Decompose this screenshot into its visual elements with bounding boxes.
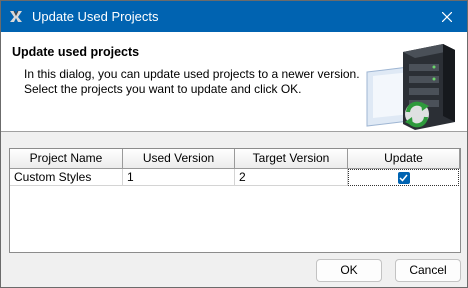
- cell-update[interactable]: [348, 169, 459, 186]
- column-header-project-name[interactable]: Project Name: [10, 149, 123, 169]
- window-title: Update Used Projects: [32, 9, 159, 24]
- title-bar[interactable]: Update Used Projects: [1, 1, 467, 32]
- table-header: Project Name Used Version Target Version…: [10, 149, 460, 169]
- close-icon: [442, 11, 452, 22]
- server-update-icon: [366, 44, 455, 130]
- header-description-line-1: In this dialog, you can update used proj…: [24, 67, 360, 81]
- update-used-projects-dialog: Update Used Projects Update used project…: [0, 0, 468, 288]
- header-description-line-2: Select the projects you want to update a…: [24, 82, 302, 96]
- close-button[interactable]: [427, 1, 467, 32]
- cell-target-version: 2: [235, 169, 348, 186]
- column-header-target-version[interactable]: Target Version: [235, 149, 348, 169]
- update-checkbox[interactable]: [397, 171, 410, 184]
- used-projects-table[interactable]: Project Name Used Version Target Version…: [9, 148, 461, 253]
- cell-used-version: 1: [123, 169, 235, 186]
- cancel-button[interactable]: Cancel: [395, 259, 461, 282]
- ok-button[interactable]: OK: [316, 259, 382, 282]
- header-title: Update used projects: [12, 45, 140, 59]
- cell-project-name: Custom Styles: [10, 169, 123, 186]
- app-logo-icon: [10, 10, 22, 22]
- dialog-header: Update used projects In this dialog, you…: [1, 32, 467, 132]
- checkmark-icon: [399, 174, 408, 182]
- column-header-update[interactable]: Update: [348, 149, 460, 169]
- table-row[interactable]: Custom Styles 1 2: [10, 169, 460, 186]
- column-header-used-version[interactable]: Used Version: [123, 149, 235, 169]
